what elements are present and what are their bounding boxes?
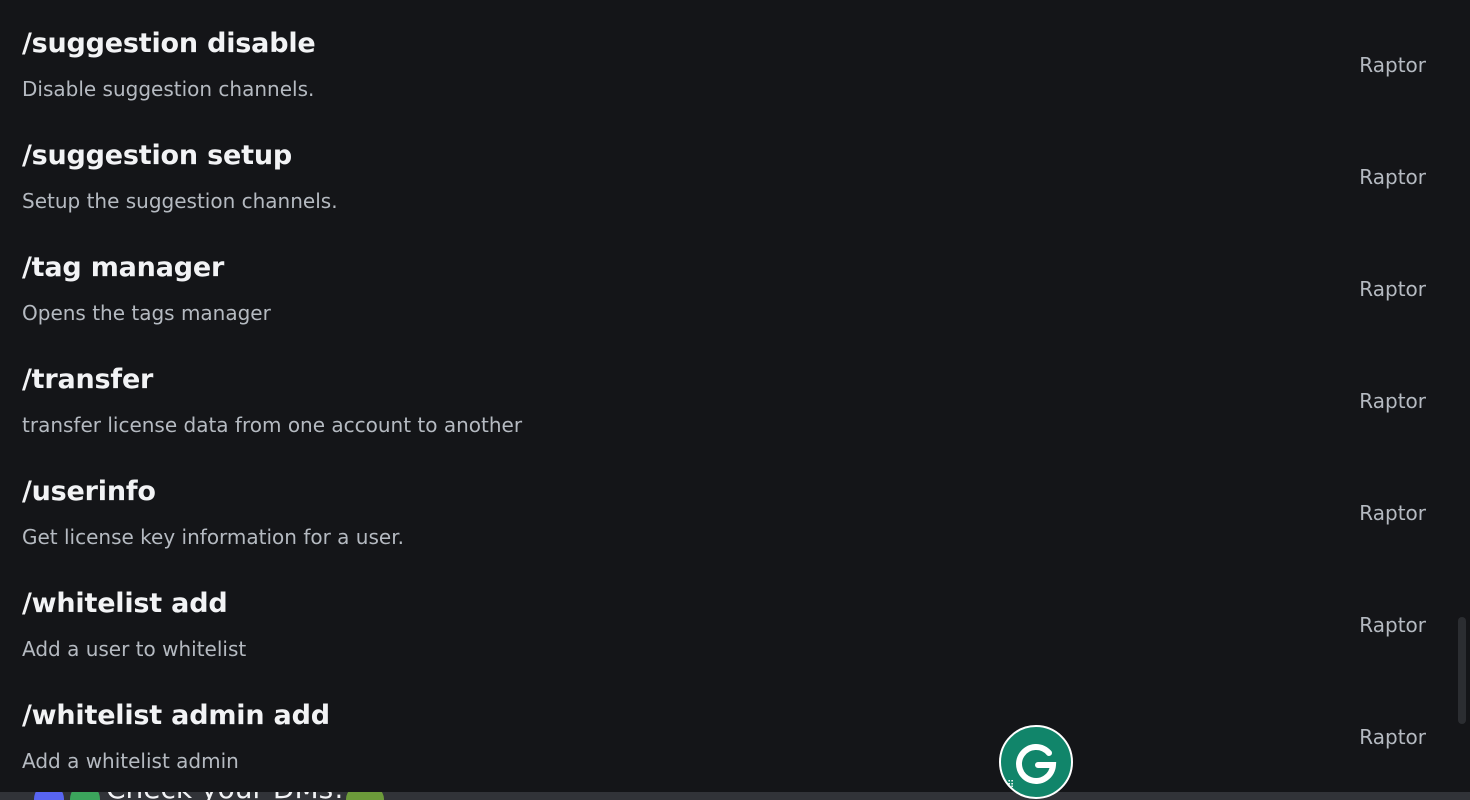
command-description: Add a whitelist admin [22,749,239,773]
command-row-whitelist-admin-add[interactable]: /whitelist admin add Add a whitelist adm… [0,672,1450,784]
grammarly-button[interactable]: ⠿ [999,725,1073,799]
scrollbar-thumb[interactable] [1458,617,1466,724]
command-description: Opens the tags manager [22,301,271,325]
drag-handle-icon[interactable]: ⠿ [1007,781,1014,791]
command-source: Raptor [1359,389,1426,413]
command-name: /whitelist admin add [22,700,330,731]
command-description: Setup the suggestion channels. [22,189,338,213]
command-source: Raptor [1359,725,1426,749]
command-source: Raptor [1359,165,1426,189]
command-name: /tag manager [22,252,225,283]
command-description: transfer license data from one account t… [22,413,523,437]
command-name: /suggestion setup [22,140,292,171]
command-row-whitelist-add[interactable]: /whitelist add Add a user to whitelist R… [0,560,1450,672]
chat-message-peek: Check your DMs! [0,792,1470,800]
command-description: Disable suggestion channels. [22,77,315,101]
command-list-scrollbar[interactable] [1456,0,1470,792]
command-source: Raptor [1359,53,1426,77]
command-name: /suggestion disable [22,28,316,59]
avatar [34,792,64,800]
command-name: /whitelist add [22,588,228,619]
command-source: Raptor [1359,277,1426,301]
slash-command-list: /suggestion disable Disable suggestion c… [0,0,1450,792]
avatar [70,792,100,800]
command-source: Raptor [1359,501,1426,525]
command-description: Add a user to whitelist [22,637,247,661]
command-name: /userinfo [22,476,156,507]
command-row-transfer[interactable]: /transfer transfer license data from one… [0,336,1450,448]
command-row-suggestion-setup[interactable]: /suggestion setup Setup the suggestion c… [0,112,1450,224]
command-row-tag-manager[interactable]: /tag manager Opens the tags manager Rapt… [0,224,1450,336]
command-row-suggestion-disable[interactable]: /suggestion disable Disable suggestion c… [0,0,1450,112]
command-source: Raptor [1359,613,1426,637]
command-description: Get license key information for a user. [22,525,404,549]
message-text: Check your DMs! [106,792,344,800]
emoji-icon [346,792,384,800]
command-name: /transfer [22,364,154,395]
command-row-userinfo[interactable]: /userinfo Get license key information fo… [0,448,1450,560]
